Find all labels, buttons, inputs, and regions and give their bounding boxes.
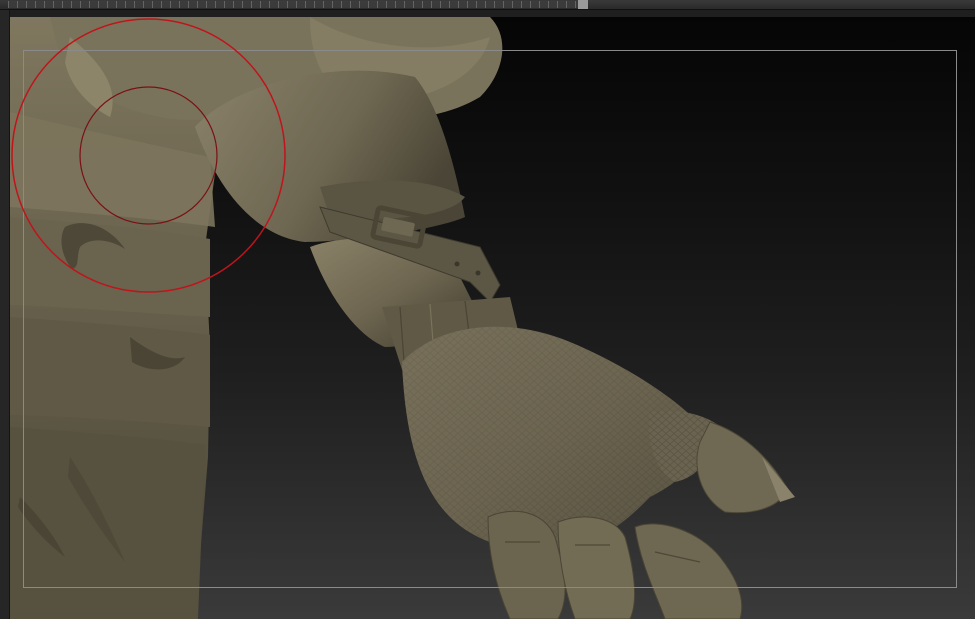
left-shelf[interactable] — [0, 10, 10, 619]
model-render — [10, 17, 795, 619]
sculpt-canvas[interactable] — [10, 17, 975, 619]
sculpt-app-window — [0, 0, 975, 619]
top-ruler-strip[interactable] — [0, 0, 975, 10]
ruler-ticks — [8, 1, 578, 8]
ruler-handle[interactable] — [578, 0, 588, 9]
